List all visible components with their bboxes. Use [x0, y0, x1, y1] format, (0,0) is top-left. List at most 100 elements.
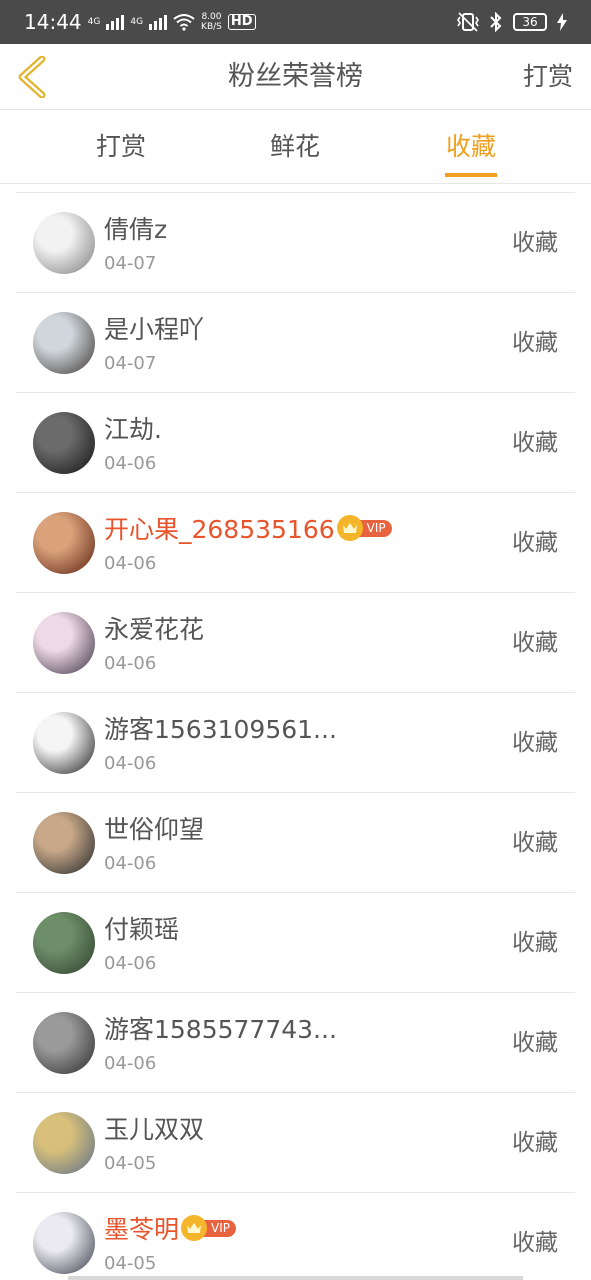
speed-value: 8.00 [201, 12, 222, 22]
item-action-label: 收藏 [512, 930, 558, 956]
name-line: 付颖瑶 [104, 911, 179, 945]
app-header: 粉丝荣誉榜 打赏 [0, 44, 591, 110]
avatar[interactable] [33, 1112, 95, 1174]
user-name: 开心果_268535166 [104, 515, 335, 544]
user-name: 倩倩z [104, 215, 168, 244]
name-line: 世俗仰望 [104, 811, 204, 845]
list-item[interactable]: 游客1585577743... 04-06 收藏 [16, 993, 575, 1093]
signal-icon [106, 14, 125, 30]
avatar[interactable] [33, 1212, 95, 1274]
item-action-label: 收藏 [512, 230, 558, 256]
list-item[interactable]: 玉儿双双 04-05 收藏 [16, 1093, 575, 1193]
item-action-label: 收藏 [512, 330, 558, 356]
item-action-label: 收藏 [512, 630, 558, 656]
wifi-icon [173, 14, 195, 31]
item-action-label: 收藏 [512, 1230, 558, 1256]
status-bar: 14:44 4G 4G 8.00 KB/S HD 36 [0, 0, 591, 44]
tab-flowers[interactable]: 鲜花 [269, 111, 321, 184]
name-line: 游客1585577743... [104, 1011, 337, 1045]
avatar[interactable] [33, 412, 95, 474]
name-line: 墨苓明 VIP [104, 1211, 236, 1245]
avatar[interactable] [33, 1012, 95, 1074]
item-date: 04-05 [104, 1253, 157, 1274]
list-item[interactable]: 墨苓明 VIP 04-05 收藏 [16, 1193, 575, 1280]
name-line: 倩倩z [104, 211, 167, 245]
tab-tip[interactable]: 打赏 [95, 111, 147, 184]
name-line: 玉儿双双 [104, 1111, 204, 1145]
list-item[interactable]: 游客1563109561... 04-06 收藏 [16, 693, 575, 793]
item-action-label: 收藏 [512, 1030, 558, 1056]
avatar[interactable] [33, 212, 95, 274]
list-item[interactable]: 永爱花花 04-06 收藏 [16, 593, 575, 693]
battery-level: 36 [522, 15, 538, 29]
name-line: 开心果_268535166 VIP [104, 511, 392, 545]
item-date: 04-06 [104, 753, 157, 774]
item-action-label: 收藏 [512, 1130, 558, 1156]
avatar[interactable] [33, 712, 95, 774]
tab-label: 鲜花 [269, 132, 320, 161]
list-item[interactable]: 世俗仰望 04-06 收藏 [16, 793, 575, 893]
item-date: 04-07 [104, 253, 157, 274]
name-line: 是小程吖 [104, 311, 204, 345]
user-name: 是小程吖 [104, 315, 205, 344]
list-item[interactable]: 江劫. 04-06 收藏 [16, 393, 575, 493]
item-date: 04-06 [104, 553, 157, 574]
vibrate-icon [457, 12, 479, 32]
item-date: 04-06 [104, 1053, 157, 1074]
tab-label: 打赏 [95, 132, 146, 161]
tab-bar: 打赏 鲜花 收藏 [0, 111, 591, 184]
tab-label: 收藏 [445, 132, 496, 161]
user-name: 游客1585577743... [104, 1015, 337, 1044]
item-action-label: 收藏 [512, 430, 558, 456]
list-item[interactable]: 付颖瑶 04-06 收藏 [16, 893, 575, 993]
network-speed: 8.00 KB/S [201, 12, 222, 32]
bluetooth-icon [490, 12, 502, 32]
vip-badge: VIP [181, 1215, 236, 1241]
user-name: 玉儿双双 [104, 1115, 205, 1144]
status-right: 36 [457, 12, 567, 32]
item-date: 04-06 [104, 953, 157, 974]
hd-icon: HD [227, 14, 256, 30]
avatar[interactable] [33, 812, 95, 874]
avatar[interactable] [33, 312, 95, 374]
tab-favorites[interactable]: 收藏 [445, 111, 497, 184]
name-line: 游客1563109561... [104, 711, 337, 745]
list-item[interactable]: 开心果_268535166 VIP 04-06 收藏 [16, 493, 575, 593]
user-name: 江劫. [104, 415, 162, 444]
battery-icon: 36 [513, 13, 547, 31]
item-date: 04-07 [104, 353, 157, 374]
user-name: 付颖瑶 [104, 915, 180, 944]
item-date: 04-06 [104, 453, 157, 474]
item-date: 04-05 [104, 1153, 157, 1174]
avatar[interactable] [33, 912, 95, 974]
crown-icon [181, 1215, 208, 1241]
user-name: 墨苓明 [104, 1215, 180, 1244]
name-line: 江劫. [104, 411, 162, 445]
user-name: 永爱花花 [104, 615, 205, 644]
list-item[interactable]: 是小程吖 04-07 收藏 [16, 293, 575, 393]
charging-icon [557, 13, 567, 31]
item-action-label: 收藏 [512, 530, 558, 556]
vip-badge: VIP [336, 515, 392, 541]
item-date: 04-06 [104, 853, 157, 874]
status-left: 14:44 4G 4G 8.00 KB/S HD [24, 10, 256, 34]
user-name: 世俗仰望 [104, 815, 205, 844]
signal-icon-2 [149, 14, 168, 30]
network-type-a: 4G [87, 16, 101, 27]
page-title: 粉丝荣誉榜 [228, 61, 363, 92]
item-date: 04-06 [104, 653, 157, 674]
network-type-b: 4G [130, 16, 144, 27]
item-action-label: 收藏 [512, 730, 558, 756]
speed-unit: KB/S [201, 22, 222, 32]
fan-list: 倩倩z 04-07 收藏 是小程吖 04-07 收藏 江劫. 04-06 收藏 开心果_26853… [16, 192, 575, 1280]
list-item[interactable]: 倩倩z 04-07 收藏 [16, 193, 575, 293]
item-action-label: 收藏 [512, 830, 558, 856]
crown-icon [336, 515, 363, 541]
avatar[interactable] [33, 512, 95, 574]
name-line: 永爱花花 [104, 611, 204, 645]
avatar[interactable] [33, 612, 95, 674]
active-tab-indicator [445, 173, 497, 177]
scroll-indicator [68, 1276, 523, 1280]
tip-button[interactable]: 打赏 [523, 44, 573, 110]
user-name: 游客1563109561... [104, 715, 337, 744]
